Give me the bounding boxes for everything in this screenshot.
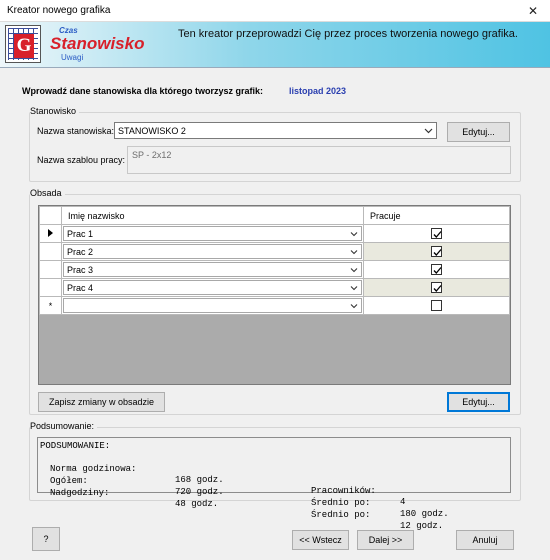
table-row[interactable]: Prac 4 xyxy=(39,278,510,297)
column-header-works[interactable]: Pracuje xyxy=(363,206,510,225)
row-header-corner xyxy=(39,206,62,225)
next-button[interactable]: Dalej >> xyxy=(357,530,414,550)
current-row-icon xyxy=(39,224,62,243)
summary-value: 180 godz. xyxy=(400,509,449,519)
staff-edit-button[interactable]: Edytuj... xyxy=(447,392,510,412)
template-name-label: Nazwa szablou pracy: xyxy=(37,155,126,165)
chevron-down-icon xyxy=(350,304,358,309)
employee-name: Prac 1 xyxy=(67,229,94,239)
works-checkbox[interactable] xyxy=(431,228,442,240)
wizard-banner: G Czas Stanowisko Uwagi Ten kreator prze… xyxy=(0,22,550,68)
station-name-value: STANOWISKO 2 xyxy=(118,126,186,136)
table-row[interactable]: Prac 3 xyxy=(39,260,510,279)
chevron-down-icon xyxy=(350,250,358,255)
station-name-select[interactable]: STANOWISKO 2 xyxy=(114,122,437,139)
chevron-down-icon xyxy=(350,268,358,273)
summary-label: Średnio po: xyxy=(311,498,371,508)
brand-name: Stanowisko xyxy=(50,34,145,53)
window-title: Kreator nowego grafika xyxy=(7,5,111,16)
works-checkbox[interactable] xyxy=(431,264,442,276)
staff-grid[interactable]: Imię nazwisko Pracuje Prac 1 Prac 2 Prac… xyxy=(38,205,511,385)
works-checkbox[interactable] xyxy=(431,246,442,258)
summary-heading: PODSUMOWANIE: xyxy=(40,441,111,451)
summary-group-label: Podsumowanie: xyxy=(30,421,98,431)
title-bar: Kreator nowego grafika ✕ xyxy=(0,0,550,22)
employee-name: Prac 4 xyxy=(67,283,94,293)
cancel-button[interactable]: Anuluj xyxy=(456,530,514,550)
period-label: listopad 2023 xyxy=(289,86,347,96)
stanowisko-group-label: Stanowisko xyxy=(30,106,80,116)
employee-name: Prac 2 xyxy=(67,247,94,257)
banner-description: Ten kreator przeprowadzi Cię przez proce… xyxy=(178,28,518,40)
summary-box: PODSUMOWANIE: Norma godzinowa: 168 godz.… xyxy=(37,437,511,531)
new-row-marker: * xyxy=(39,296,62,315)
grid-header-row: Imię nazwisko Pracuje xyxy=(39,206,510,225)
employee-select[interactable]: Prac 3 xyxy=(63,262,362,277)
prompt-label: Wprowadź dane stanowiska dla którego two… xyxy=(22,86,264,96)
employee-select[interactable]: Prac 2 xyxy=(63,244,362,259)
column-header-name[interactable]: Imię nazwisko xyxy=(61,206,364,225)
employee-select[interactable]: Prac 4 xyxy=(63,280,362,295)
chevron-down-icon xyxy=(350,232,358,237)
app-logo: G xyxy=(5,25,41,63)
table-row[interactable]: Prac 1 xyxy=(39,224,510,243)
chevron-down-icon xyxy=(350,286,358,291)
station-edit-button[interactable]: Edytuj... xyxy=(447,122,510,142)
close-icon[interactable]: ✕ xyxy=(516,0,550,22)
new-row[interactable]: * xyxy=(39,296,510,315)
summary-value: 720 godz. xyxy=(175,487,224,497)
table-row[interactable]: Prac 2 xyxy=(39,242,510,261)
brand-bottom-text: Uwagi xyxy=(61,53,84,62)
summary-value: 48 godz. xyxy=(175,499,219,509)
summary-value: 4 xyxy=(400,497,406,507)
works-checkbox[interactable] xyxy=(431,282,442,294)
chevron-down-icon xyxy=(424,128,433,134)
station-name-label: Nazwa stanowiska: xyxy=(37,126,115,136)
employee-select[interactable]: Prac 1 xyxy=(63,226,362,241)
summary-label: Średnio po: xyxy=(311,510,371,520)
employee-select[interactable] xyxy=(63,298,362,313)
logo-letter: G xyxy=(14,34,34,58)
obsada-group-label: Obsada xyxy=(30,188,65,198)
back-button[interactable]: << Wstecz xyxy=(292,530,349,550)
template-name-value: SP - 2x12 xyxy=(132,150,172,160)
template-name-field: SP - 2x12 xyxy=(127,146,511,174)
save-staff-button[interactable]: Zapisz zmiany w obsadzie xyxy=(38,392,165,412)
employee-name: Prac 3 xyxy=(67,265,94,275)
help-button[interactable]: ? xyxy=(32,527,60,551)
summary-label: Nadgodziny: xyxy=(50,488,110,498)
works-checkbox[interactable] xyxy=(431,300,442,312)
